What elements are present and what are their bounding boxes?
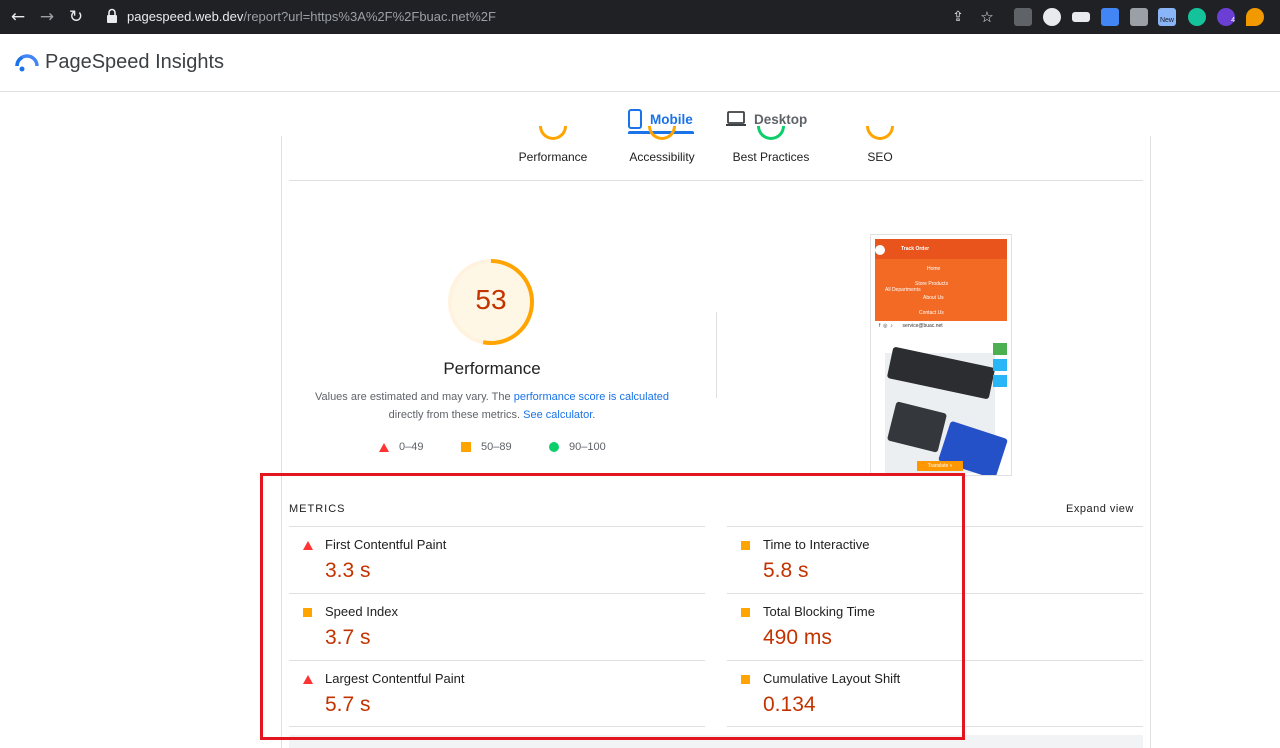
app-title: PageSpeed Insights xyxy=(45,51,225,73)
thumbnail-tag-green xyxy=(993,343,1007,355)
extension-globe-icon[interactable] xyxy=(1043,8,1061,26)
performance-note: Values are estimated and may vary. The p… xyxy=(300,388,684,424)
average-square-icon xyxy=(461,442,471,452)
thumbnail-nav xyxy=(875,239,1007,259)
lock-icon xyxy=(107,8,117,23)
extension-new-icon[interactable]: New xyxy=(1158,8,1176,26)
thumbnail-tag-blue-2 xyxy=(993,375,1007,387)
extension-camera-icon[interactable] xyxy=(1130,8,1148,26)
category-gauge-seo xyxy=(866,126,894,140)
fail-triangle-icon xyxy=(379,442,389,452)
thumbnail-contact-us: Contact Us xyxy=(919,310,944,316)
pass-circle-icon xyxy=(549,442,559,452)
extension-leaf-icon[interactable] xyxy=(1246,8,1264,26)
extension-new-badge: New xyxy=(1159,17,1174,24)
thumbnail-track-order: Track Order xyxy=(901,246,930,252)
category-gauge-best-practices xyxy=(757,126,785,140)
legend-fail-label: 0–49 xyxy=(399,441,424,453)
performance-score: 53 xyxy=(475,284,507,315)
category-gauge-accessibility xyxy=(648,126,676,140)
legend-average: 50–89 xyxy=(461,441,512,453)
note-text-3: . xyxy=(592,409,596,421)
thumbnail-email: f ◎ ♪ service@buac.net xyxy=(879,323,943,329)
forward-icon[interactable]: → xyxy=(36,6,58,28)
share-icon[interactable]: ⇪ xyxy=(947,6,969,28)
note-text-2: directly from these metrics. xyxy=(388,409,524,421)
note-text-1: Values are estimated and may vary. The xyxy=(314,391,514,403)
category-performance[interactable]: Performance xyxy=(498,150,608,164)
legend-pass: 90–100 xyxy=(549,441,606,453)
tab-desktop-label: Desktop xyxy=(754,111,808,127)
grammarly-icon[interactable] xyxy=(1188,8,1206,26)
category-divider xyxy=(289,180,1143,181)
category-best-practices[interactable]: Best Practices xyxy=(716,150,826,164)
extension-badge-count: 4 xyxy=(1231,17,1235,24)
legend-pass-label: 90–100 xyxy=(569,441,606,453)
thumbnail-about-us: About Us xyxy=(923,295,944,301)
expand-view-button[interactable]: Expand view xyxy=(1066,503,1134,515)
category-seo[interactable]: SEO xyxy=(825,150,935,164)
thumbnail-all-departments: All Departments xyxy=(885,287,921,293)
pagespeed-logo-icon xyxy=(15,54,39,72)
vertical-separator xyxy=(716,312,717,398)
panel-border-right xyxy=(1150,136,1151,748)
tab-mobile-label: Mobile xyxy=(650,111,693,127)
thumbnail-home: Home xyxy=(927,266,941,272)
url-host: pagespeed.web.dev xyxy=(127,9,244,24)
smartphone-icon xyxy=(628,109,642,129)
extension-translate-icon[interactable] xyxy=(1101,8,1119,26)
legend-fail: 0–49 xyxy=(379,441,423,453)
legend-average-label: 50–89 xyxy=(481,441,512,453)
thumbnail-search-icon xyxy=(875,245,885,255)
annotation-highlight-box xyxy=(260,473,965,740)
browser-toolbar: ← → ↻ pagespeed.web.dev/report?url=https… xyxy=(0,0,1280,34)
url-text[interactable]: pagespeed.web.dev/report?url=https%3A%2F… xyxy=(127,9,496,24)
app-header: PageSpeed Insights xyxy=(0,34,1280,92)
bookmark-star-icon[interactable]: ☆ xyxy=(976,6,998,28)
extension-recycle-icon[interactable] xyxy=(1014,8,1032,26)
thumbnail-keyboard-image xyxy=(885,346,1009,475)
see-calculator-link[interactable]: See calculator xyxy=(523,409,592,421)
thumbnail-email-text: service@buac.net xyxy=(902,323,943,329)
reload-icon[interactable]: ↻ xyxy=(65,6,87,28)
thumbnail-tag-blue xyxy=(993,359,1007,371)
url-path: /report?url=https%3A%2F%2Fbuac.net%2F xyxy=(243,9,496,24)
category-gauge-performance xyxy=(539,126,567,140)
performance-title: Performance xyxy=(443,359,541,378)
extension-box-icon[interactable] xyxy=(1072,12,1090,22)
page-screenshot-thumbnail: Track Order Home Store Products All Depa… xyxy=(870,234,1012,476)
back-icon[interactable]: ← xyxy=(7,6,29,28)
score-calculated-link[interactable]: performance score is calculated xyxy=(514,391,669,403)
laptop-icon xyxy=(726,111,746,126)
category-accessibility[interactable]: Accessibility xyxy=(607,150,717,164)
extension-badge-icon[interactable]: 4 xyxy=(1217,8,1235,26)
thumbnail-translate-button: Translate » xyxy=(917,461,963,471)
